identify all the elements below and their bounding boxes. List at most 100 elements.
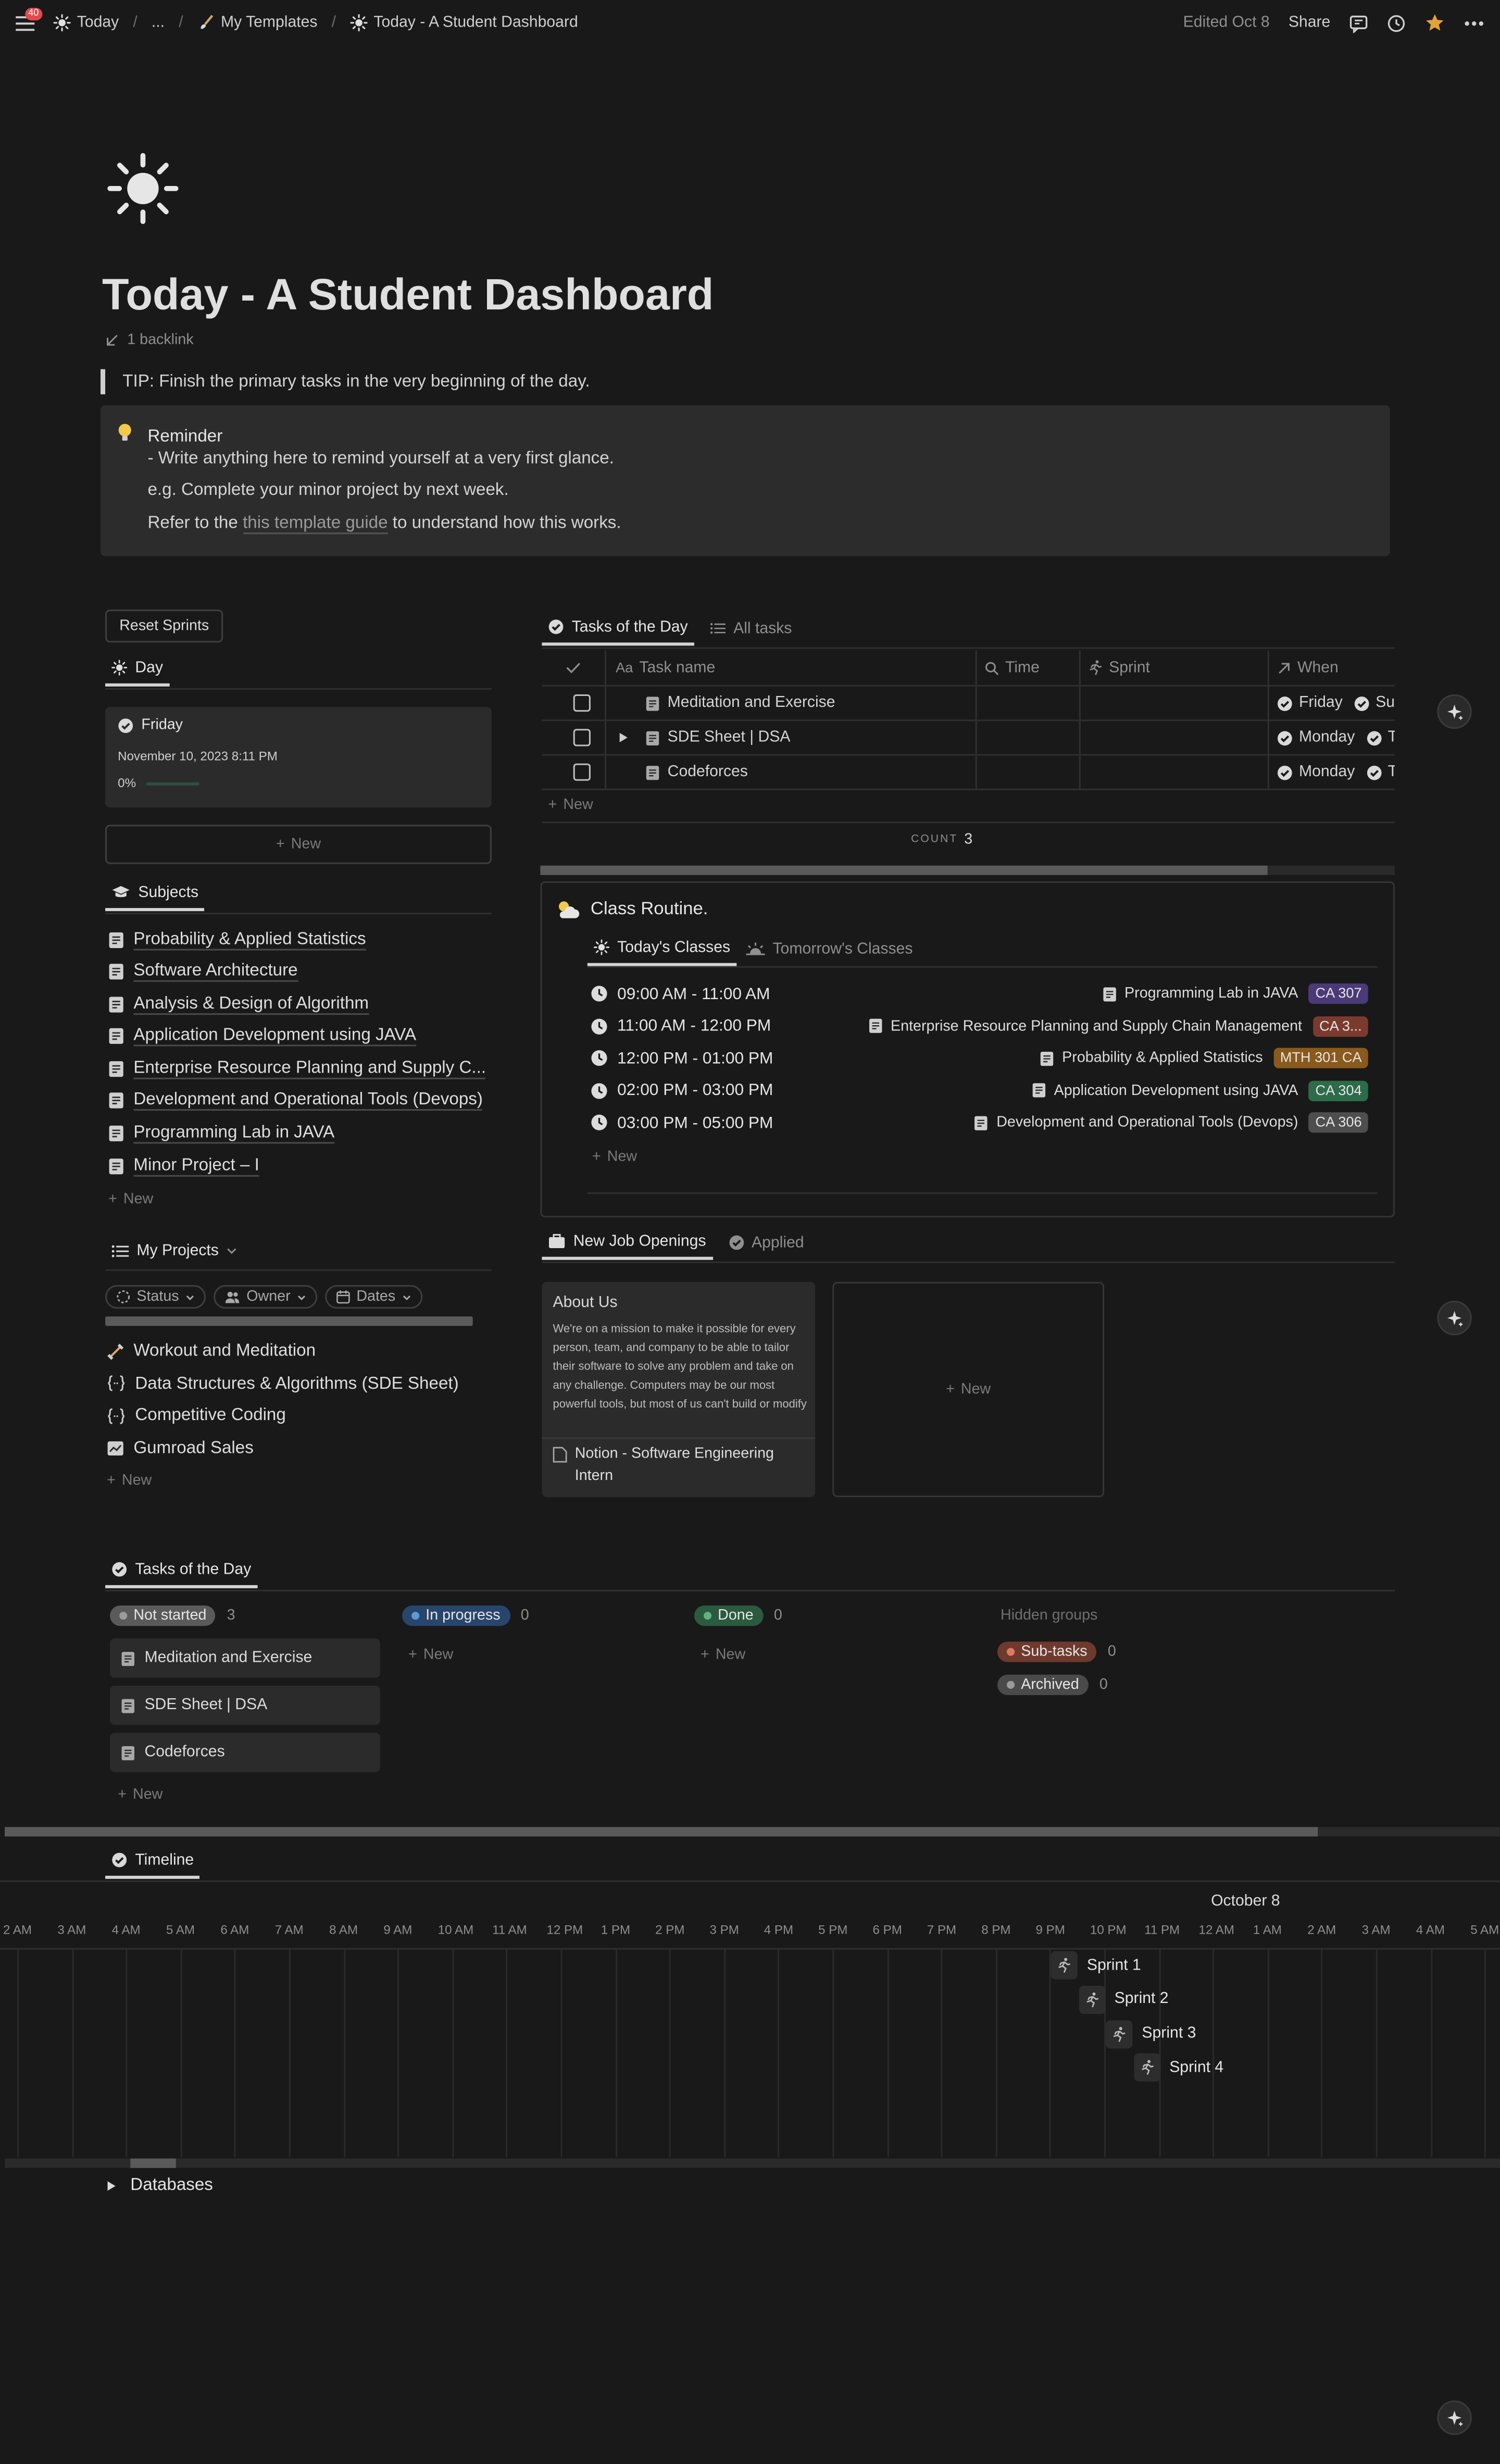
ai-assist-button[interactable] xyxy=(1437,694,1472,729)
filter-dates[interactable]: Dates xyxy=(325,1285,422,1309)
hidden-group-sub-tasks[interactable]: Sub-tasks 0 xyxy=(997,1641,1116,1662)
class-row[interactable]: 09:00 AM - 11:00 AM Programming Lab in JA… xyxy=(591,980,1368,1007)
tab-tasks-of-the-day[interactable]: Tasks of the Day xyxy=(542,611,694,646)
breadcrumb-templates[interactable]: My Templates xyxy=(197,14,318,31)
timeline-sprint-bar[interactable]: Sprint 1 xyxy=(1051,1951,1141,1980)
tab-tomorrows-classes[interactable]: Tomorrow's Classes xyxy=(740,931,919,966)
databases-toggle[interactable]: Databases xyxy=(107,2174,213,2196)
group-header-in-progress[interactable]: In progress 0 xyxy=(402,1606,529,1626)
tab-applied[interactable]: Applied xyxy=(722,1225,810,1260)
row-checkbox[interactable] xyxy=(573,761,591,782)
projects-scrollbar[interactable] xyxy=(105,1316,473,1326)
page-title: Today - A Student Dashboard xyxy=(102,270,714,319)
job-card[interactable]: About Us We're on a mission to make it p… xyxy=(542,1281,816,1497)
table-scrollbar[interactable] xyxy=(540,865,1268,875)
board-card[interactable]: Meditation and Exercise xyxy=(110,1638,380,1678)
class-row[interactable]: 11:00 AM - 12:00 PM Enterprise Resource P… xyxy=(591,1013,1368,1039)
count-summary[interactable]: COUNT 3 xyxy=(911,831,972,848)
column-header-task-name[interactable]: Aa Task name xyxy=(616,650,715,685)
hidden-group-archived[interactable]: Archived 0 xyxy=(997,1674,1108,1695)
share-button[interactable]: Share xyxy=(1289,14,1330,31)
list-item[interactable]: Analysis & Design of Algorithm xyxy=(108,988,493,1019)
check-icon xyxy=(566,662,581,674)
list-item[interactable]: Programming Lab in JAVA xyxy=(108,1118,493,1149)
list-item[interactable]: Competitive Coding xyxy=(107,1400,493,1432)
comments-icon[interactable] xyxy=(1349,14,1368,32)
board-card[interactable]: SDE Sheet | DSA xyxy=(110,1685,380,1725)
timeline-gridline xyxy=(506,1949,508,2157)
group-header-not-started[interactable]: Not started 3 xyxy=(110,1606,235,1626)
table-row-task[interactable]: Codeforces xyxy=(645,756,748,789)
list-item[interactable]: Probability & Applied Statistics xyxy=(108,924,493,955)
list-item[interactable]: Development and Operational Tools (Devop… xyxy=(108,1086,493,1117)
filter-owner[interactable]: Owner xyxy=(213,1285,317,1309)
timeline-gridline xyxy=(832,1949,834,2157)
list-item[interactable]: Minor Project – I xyxy=(108,1150,493,1181)
sidebar-toggle[interactable]: 40 xyxy=(16,7,44,31)
row-checkbox[interactable] xyxy=(573,726,591,748)
list-item[interactable]: Application Development using JAVA xyxy=(108,1021,493,1052)
page-sun-icon[interactable] xyxy=(107,153,179,225)
board-card[interactable]: Codeforces xyxy=(110,1733,380,1772)
more-options-icon[interactable] xyxy=(1464,20,1484,26)
list-item[interactable]: Data Structures & Algorithms (SDE Sheet) xyxy=(107,1367,493,1399)
filter-status[interactable]: Status xyxy=(105,1285,206,1309)
tab-my-projects[interactable]: My Projects xyxy=(105,1233,244,1267)
breadcrumb-ellipsis[interactable]: ... xyxy=(152,14,165,31)
tab-timeline[interactable]: Timeline xyxy=(105,1844,201,1879)
ai-assist-button[interactable] xyxy=(1437,1300,1472,1336)
add-card-button[interactable]: + New xyxy=(701,1646,745,1663)
add-class-button[interactable]: + New xyxy=(592,1147,637,1165)
list-item[interactable]: Workout and Meditation xyxy=(107,1335,493,1366)
row-checkbox[interactable] xyxy=(573,691,591,713)
add-subject-button[interactable]: + New xyxy=(108,1183,493,1214)
group-header-done[interactable]: Done 0 xyxy=(694,1606,782,1626)
add-card-button[interactable]: + New xyxy=(408,1646,453,1663)
list-item[interactable]: Software Architecture xyxy=(108,956,493,987)
timeline-sprint-bar[interactable]: Sprint 4 xyxy=(1133,2054,1223,2082)
breadcrumb-today[interactable]: Today xyxy=(53,14,119,31)
tab-new-job-openings[interactable]: New Job Openings xyxy=(542,1225,712,1260)
column-header-when[interactable]: When xyxy=(1277,650,1339,685)
tab-board-tasks-of-the-day[interactable]: Tasks of the Day xyxy=(105,1554,258,1588)
add-job-card-button[interactable]: + New xyxy=(832,1281,1105,1497)
top-bar: 40 Today / ... / My Templates / Today - … xyxy=(0,0,1500,45)
backlink[interactable]: 1 backlink xyxy=(105,331,194,349)
when-cell[interactable]: MondayT xyxy=(1277,756,1395,789)
class-row[interactable]: 03:00 PM - 05:00 PM Development and Opera… xyxy=(591,1109,1368,1136)
plus-icon: + xyxy=(118,1786,127,1804)
select-all-checkbox[interactable] xyxy=(542,650,605,685)
board-scrollbar[interactable] xyxy=(5,1827,1318,1837)
timeline-scrollbar[interactable] xyxy=(130,2158,176,2168)
timeline-tick-label: 2 AM xyxy=(3,1923,32,1937)
expand-toggle[interactable] xyxy=(619,721,628,754)
class-row[interactable]: 02:00 PM - 03:00 PM Application Developme… xyxy=(591,1077,1368,1103)
tab-todays-classes[interactable]: Today's Classes xyxy=(587,931,737,966)
add-project-button[interactable]: + New xyxy=(107,1465,493,1497)
when-cell[interactable]: MondayT xyxy=(1277,721,1395,754)
table-row-task[interactable]: Meditation and Exercise xyxy=(645,687,835,719)
timeline-gridline xyxy=(1430,1949,1432,2157)
tab-all-tasks[interactable]: All tasks xyxy=(704,611,798,645)
when-cell[interactable]: Friday Su xyxy=(1277,687,1395,719)
timeline-sprint-bar[interactable]: Sprint 3 xyxy=(1106,2019,1196,2048)
day-card[interactable]: Friday November 10, 2023 8:11 PM 0% xyxy=(105,707,492,808)
list-item[interactable]: Enterprise Resource Planning and Supply … xyxy=(108,1053,493,1085)
column-header-sprint[interactable]: Sprint xyxy=(1089,650,1150,685)
class-row[interactable]: 12:00 PM - 01:00 PM Probability & Applied… xyxy=(591,1044,1368,1071)
ai-assist-button[interactable] xyxy=(1437,2400,1472,2435)
favorite-star-icon[interactable] xyxy=(1424,13,1445,33)
table-row-task[interactable]: SDE Sheet | DSA xyxy=(645,721,791,754)
reset-sprints-button[interactable]: Reset Sprints xyxy=(105,609,223,643)
template-guide-link[interactable]: this template guide xyxy=(243,514,388,534)
timeline-sprint-bar[interactable]: Sprint 2 xyxy=(1078,1985,1169,2014)
add-card-button[interactable]: + New xyxy=(118,1786,162,1803)
add-task-button[interactable]: + New xyxy=(548,795,593,814)
tab-day[interactable]: Day xyxy=(105,652,170,687)
tab-subjects[interactable]: Subjects xyxy=(105,877,205,912)
column-header-time[interactable]: Time xyxy=(985,650,1040,685)
add-day-button[interactable]: + New xyxy=(105,825,492,864)
breadcrumb-current-page[interactable]: Today - A Student Dashboard xyxy=(350,14,578,31)
history-icon[interactable] xyxy=(1387,14,1406,32)
list-item[interactable]: Gumroad Sales xyxy=(107,1433,493,1464)
